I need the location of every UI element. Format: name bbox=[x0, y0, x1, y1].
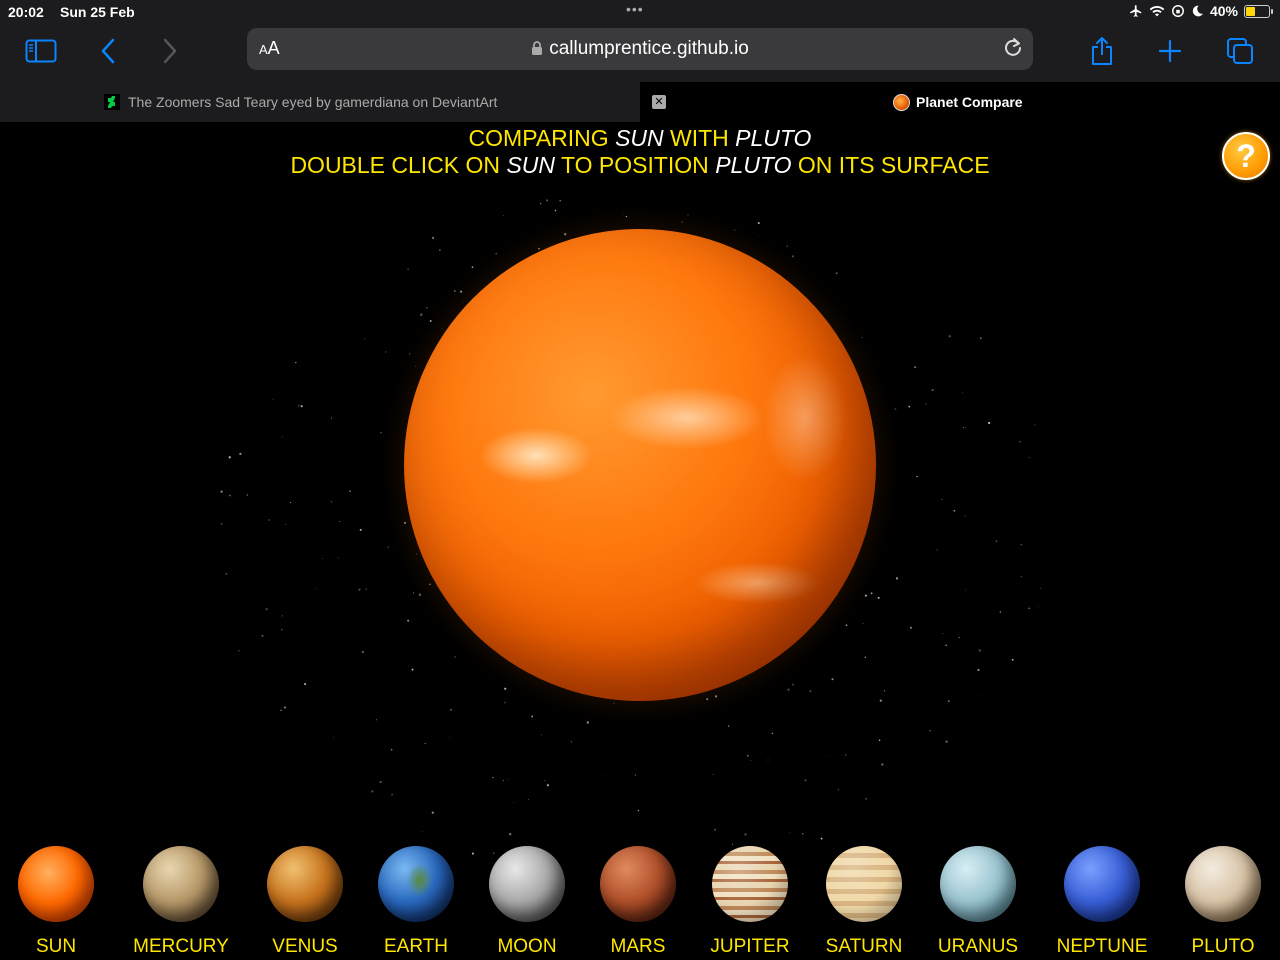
planet-item-mars[interactable]: MARS bbox=[573, 842, 703, 958]
tab-title: Planet Compare bbox=[916, 94, 1023, 110]
planet-item-jupiter[interactable]: JUPITER bbox=[685, 842, 815, 958]
back-button[interactable] bbox=[88, 34, 128, 68]
sidebar-icon[interactable] bbox=[21, 34, 61, 68]
mars-thumbnail bbox=[600, 846, 676, 922]
url-display[interactable]: callumprentice.github.io bbox=[247, 38, 1033, 60]
mercury-thumbnail bbox=[143, 846, 219, 922]
forward-button[interactable] bbox=[150, 34, 190, 68]
airplane-icon bbox=[1130, 5, 1142, 17]
planet-item-uranus[interactable]: URANUS bbox=[913, 842, 1043, 958]
instruction-prefix: DOUBLE CLICK ON bbox=[290, 152, 507, 178]
tab-bar: The Zoomers Sad Teary eyed by gamerdiana… bbox=[0, 82, 1280, 122]
heading-prefix: COMPARING bbox=[468, 125, 616, 151]
planet-label: URANUS bbox=[937, 936, 1019, 957]
status-date: Sun 25 Feb bbox=[60, 4, 135, 20]
planet-label: NEPTUNE bbox=[1056, 936, 1148, 957]
chevron-right-icon bbox=[163, 38, 177, 64]
instruction-target: PLUTO bbox=[715, 152, 792, 178]
moon-icon bbox=[1192, 5, 1203, 17]
planet-item-pluto[interactable]: PLUTO bbox=[1158, 842, 1280, 958]
planet-label: SUN bbox=[35, 936, 77, 957]
tabs-overview-icon[interactable] bbox=[1220, 34, 1260, 68]
status-indicators: 40% bbox=[1129, 3, 1273, 19]
instruction-subject: SUN bbox=[506, 152, 555, 178]
new-tab-button[interactable] bbox=[1150, 34, 1190, 68]
instruction-text: DOUBLE CLICK ON SUN TO POSITION PLUTO ON… bbox=[0, 152, 1280, 179]
venus-thumbnail bbox=[267, 846, 343, 922]
sun-planet-view[interactable] bbox=[404, 229, 876, 701]
planet-label: MARS bbox=[610, 936, 666, 957]
status-bar: 20:02 Sun 25 Feb ••• 40% bbox=[0, 0, 1280, 24]
uranus-thumbnail bbox=[940, 846, 1016, 922]
close-tab-icon[interactable]: ✕ bbox=[652, 95, 666, 109]
orientation-lock-icon bbox=[1171, 5, 1184, 17]
sun-thumbnail bbox=[18, 846, 94, 922]
jupiter-thumbnail bbox=[712, 846, 788, 922]
status-time: 20:02 bbox=[8, 4, 44, 20]
battery-icon bbox=[1244, 4, 1273, 18]
multitasking-dots-icon[interactable]: ••• bbox=[626, 1, 644, 17]
url-text: callumprentice.github.io bbox=[549, 38, 749, 59]
address-bar[interactable]: AA callumprentice.github.io bbox=[247, 28, 1033, 70]
planet-label: PLUTO bbox=[1191, 936, 1255, 957]
deviantart-favicon-icon bbox=[104, 94, 120, 110]
planet-item-sun[interactable]: SUN bbox=[0, 842, 121, 958]
pluto-thumbnail bbox=[1185, 846, 1261, 922]
plus-icon bbox=[1158, 39, 1182, 63]
planet-compare-page: COMPARING SUN WITH PLUTO DOUBLE CLICK ON… bbox=[0, 122, 1280, 960]
heading-target: PLUTO bbox=[735, 125, 812, 151]
heading-middle: WITH bbox=[663, 125, 736, 151]
reload-icon[interactable] bbox=[1003, 37, 1023, 64]
tab-planet-compare[interactable]: ✕ Planet Compare bbox=[640, 82, 1280, 122]
planet-item-mercury[interactable]: MERCURY bbox=[116, 842, 246, 958]
tab-deviantart[interactable]: The Zoomers Sad Teary eyed by gamerdiana… bbox=[0, 82, 640, 122]
chevron-left-icon bbox=[101, 38, 115, 64]
planet-favicon-icon bbox=[893, 94, 910, 111]
planet-item-neptune[interactable]: NEPTUNE bbox=[1037, 842, 1167, 958]
share-icon[interactable] bbox=[1082, 34, 1122, 68]
browser-toolbar: AA callumprentice.github.io bbox=[0, 24, 1280, 82]
wifi-icon bbox=[1149, 5, 1165, 17]
instruction-suffix: ON ITS SURFACE bbox=[791, 152, 990, 178]
lock-icon bbox=[532, 41, 543, 55]
battery-percent: 40% bbox=[1209, 3, 1238, 19]
earth-thumbnail bbox=[378, 846, 454, 922]
neptune-thumbnail bbox=[1064, 846, 1140, 922]
instruction-middle: TO POSITION bbox=[555, 152, 716, 178]
comparison-heading: COMPARING SUN WITH PLUTO bbox=[0, 125, 1280, 152]
planet-item-saturn[interactable]: SATURN bbox=[799, 842, 929, 958]
heading-subject: SUN bbox=[615, 125, 664, 151]
planet-label: MERCURY bbox=[133, 936, 229, 957]
moon-thumbnail bbox=[489, 846, 565, 922]
planet-label: SATURN bbox=[825, 936, 903, 957]
saturn-thumbnail bbox=[826, 846, 902, 922]
planet-label: JUPITER bbox=[710, 936, 790, 957]
help-button[interactable]: ? bbox=[1222, 132, 1270, 180]
planet-selector: SUN MERCURY VENUS EARTH MOON MARS JUPITE… bbox=[0, 842, 1280, 960]
tab-title: The Zoomers Sad Teary eyed by gamerdiana… bbox=[128, 94, 498, 110]
battery-level bbox=[1246, 6, 1255, 16]
